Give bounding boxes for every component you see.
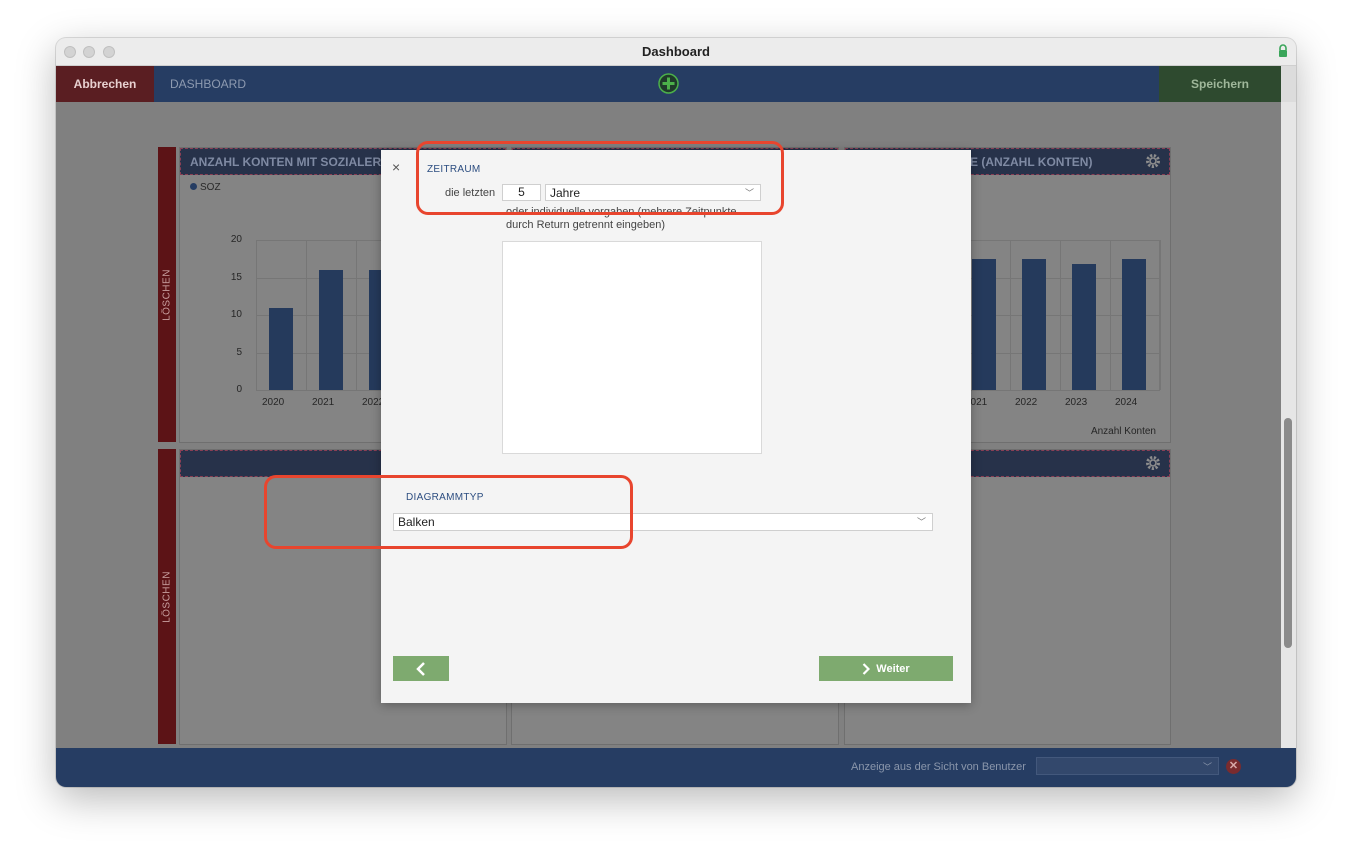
delete-strip-bottom[interactable]: LÖSCHEN bbox=[158, 449, 176, 744]
toolbar: Abbrechen DASHBOARD Speichern bbox=[56, 66, 1281, 102]
delete-strip-top[interactable]: LÖSCHEN bbox=[158, 147, 176, 442]
lock-icon bbox=[1279, 44, 1287, 57]
chart-settings-dialog: × ZEITRAUM die letzten 5 Jahre ﹀ oder in… bbox=[381, 150, 971, 703]
highlight-zeitraum bbox=[416, 141, 784, 215]
gridline bbox=[1159, 240, 1160, 390]
cancel-button[interactable]: Abbrechen bbox=[56, 66, 154, 102]
next-label: Weiter bbox=[876, 662, 910, 675]
gridline bbox=[965, 240, 1160, 241]
user-view-label: Anzeige aus der Sicht von Benutzer bbox=[851, 761, 1026, 773]
save-button[interactable]: Speichern bbox=[1159, 66, 1281, 102]
bar bbox=[1122, 258, 1146, 390]
toolbar-title: DASHBOARD bbox=[170, 77, 247, 91]
user-select[interactable]: ﹀ bbox=[1036, 757, 1219, 775]
x-tick-label: 2020 bbox=[262, 397, 285, 408]
gridline bbox=[256, 240, 257, 390]
vertical-scrollbar[interactable] bbox=[1281, 102, 1296, 748]
close-icon[interactable]: × bbox=[392, 159, 400, 175]
chevron-left-icon bbox=[416, 661, 425, 676]
bar bbox=[972, 258, 996, 390]
gridline bbox=[356, 240, 357, 390]
gear-icon[interactable] bbox=[1144, 152, 1162, 170]
bar bbox=[1022, 258, 1046, 390]
y-tick-label: 0 bbox=[236, 384, 242, 395]
chevron-right-icon bbox=[863, 662, 871, 675]
gridline bbox=[306, 240, 307, 390]
legend-label: SOZ bbox=[200, 182, 221, 193]
chevron-down-icon: ﹀ bbox=[916, 517, 926, 527]
gridline bbox=[965, 390, 1160, 391]
clear-user-button[interactable]: ✕ bbox=[1226, 759, 1241, 774]
highlight-diagrammtyp bbox=[264, 475, 633, 549]
title-bar: Dashboard bbox=[56, 38, 1296, 66]
y-tick-label: 5 bbox=[236, 346, 242, 358]
axis-label: Anzahl Konten bbox=[1090, 426, 1156, 437]
y-tick-label: 10 bbox=[230, 309, 242, 320]
legend-marker bbox=[190, 183, 197, 190]
window-title: Dashboard bbox=[642, 44, 710, 59]
chart-legend: SOZ bbox=[190, 182, 221, 193]
gridline bbox=[1010, 240, 1011, 390]
bar bbox=[269, 307, 293, 390]
gear-icon[interactable] bbox=[1144, 454, 1162, 472]
x-tick-label: 2024 bbox=[1115, 397, 1138, 408]
bar bbox=[1072, 264, 1096, 390]
delete-label: LÖSCHEN bbox=[161, 268, 173, 321]
x-tick-label: 2022 bbox=[1015, 397, 1038, 408]
delete-label: LÖSCHEN bbox=[161, 570, 173, 623]
status-bar: Anzeige aus der Sicht von Benutzer ﹀ ✕ bbox=[56, 748, 1296, 787]
gridline bbox=[1060, 240, 1061, 390]
x-tick-label: 2021 bbox=[312, 397, 335, 408]
next-button[interactable]: Weiter bbox=[819, 656, 953, 681]
gridline bbox=[1110, 240, 1111, 390]
chevron-down-icon: ﹀ bbox=[1202, 762, 1212, 772]
x-tick-label: 2023 bbox=[1065, 397, 1088, 408]
back-button[interactable] bbox=[393, 656, 449, 681]
scrollbar-thumb[interactable] bbox=[1284, 418, 1292, 648]
bar bbox=[319, 270, 343, 390]
custom-periods-textarea[interactable] bbox=[502, 241, 762, 454]
add-widget-icon[interactable] bbox=[658, 73, 679, 94]
gridline bbox=[1160, 240, 1161, 390]
y-tick-label: 15 bbox=[230, 271, 242, 283]
y-tick-label: 20 bbox=[230, 234, 242, 245]
